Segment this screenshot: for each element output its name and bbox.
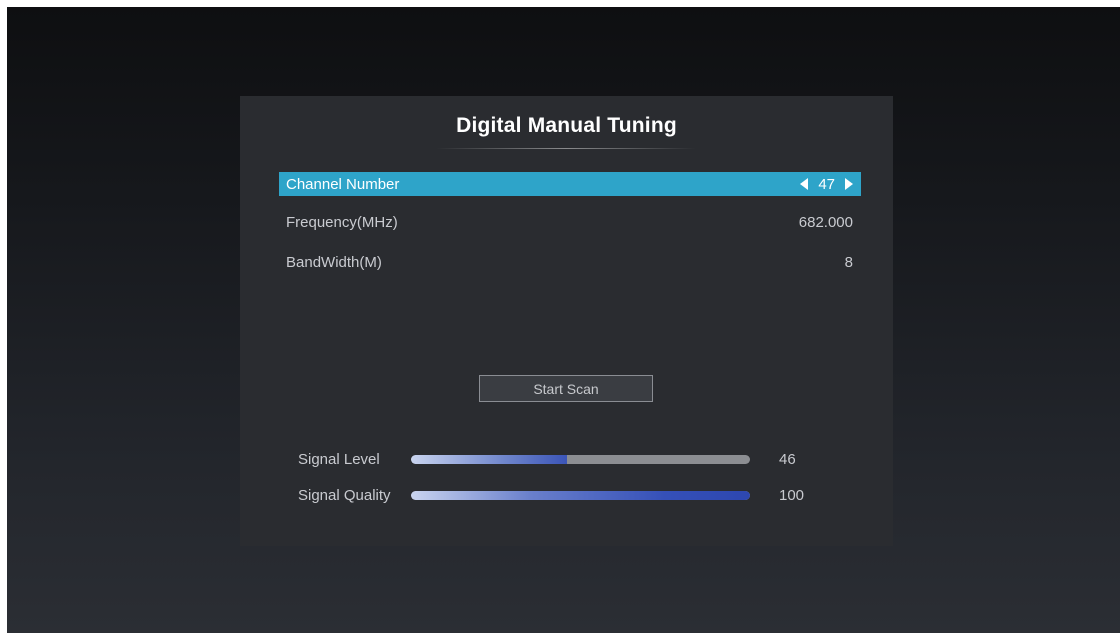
signal-level-fill <box>411 454 567 464</box>
signal-level-value: 46 <box>779 450 796 468</box>
bandwidth-label: BandWidth(M) <box>286 253 382 271</box>
manual-tuning-dialog: Digital Manual Tuning Channel Number 47 … <box>240 96 893 546</box>
frequency-value: 682.000 <box>798 213 853 231</box>
signal-level-row: Signal Level 46 <box>298 449 818 469</box>
channel-number-value: 47 <box>818 175 835 193</box>
signal-level-label: Signal Level <box>298 450 380 468</box>
signal-quality-fill <box>411 490 750 500</box>
signal-quality-bar <box>411 490 750 500</box>
frequency-row[interactable]: Frequency(MHz) 682.000 <box>279 210 861 234</box>
signal-level-bar <box>411 454 750 464</box>
start-scan-button[interactable]: Start Scan <box>479 375 653 402</box>
tv-screen: Digital Manual Tuning Channel Number 47 … <box>7 7 1120 633</box>
frequency-label: Frequency(MHz) <box>286 213 398 231</box>
title-divider <box>436 148 696 149</box>
dialog-title: Digital Manual Tuning <box>456 114 677 137</box>
bandwidth-value: 8 <box>844 253 853 271</box>
triangle-left-icon[interactable] <box>800 178 809 190</box>
signal-quality-row: Signal Quality 100 <box>298 485 818 505</box>
bandwidth-row[interactable]: BandWidth(M) 8 <box>279 250 861 274</box>
channel-number-row[interactable]: Channel Number 47 <box>279 172 861 196</box>
channel-number-selector[interactable]: 47 <box>800 176 853 193</box>
channel-number-label: Channel Number <box>286 175 400 193</box>
signal-quality-value: 100 <box>779 486 805 504</box>
triangle-right-icon[interactable] <box>845 178 853 190</box>
signal-quality-label: Signal Quality <box>298 486 391 504</box>
